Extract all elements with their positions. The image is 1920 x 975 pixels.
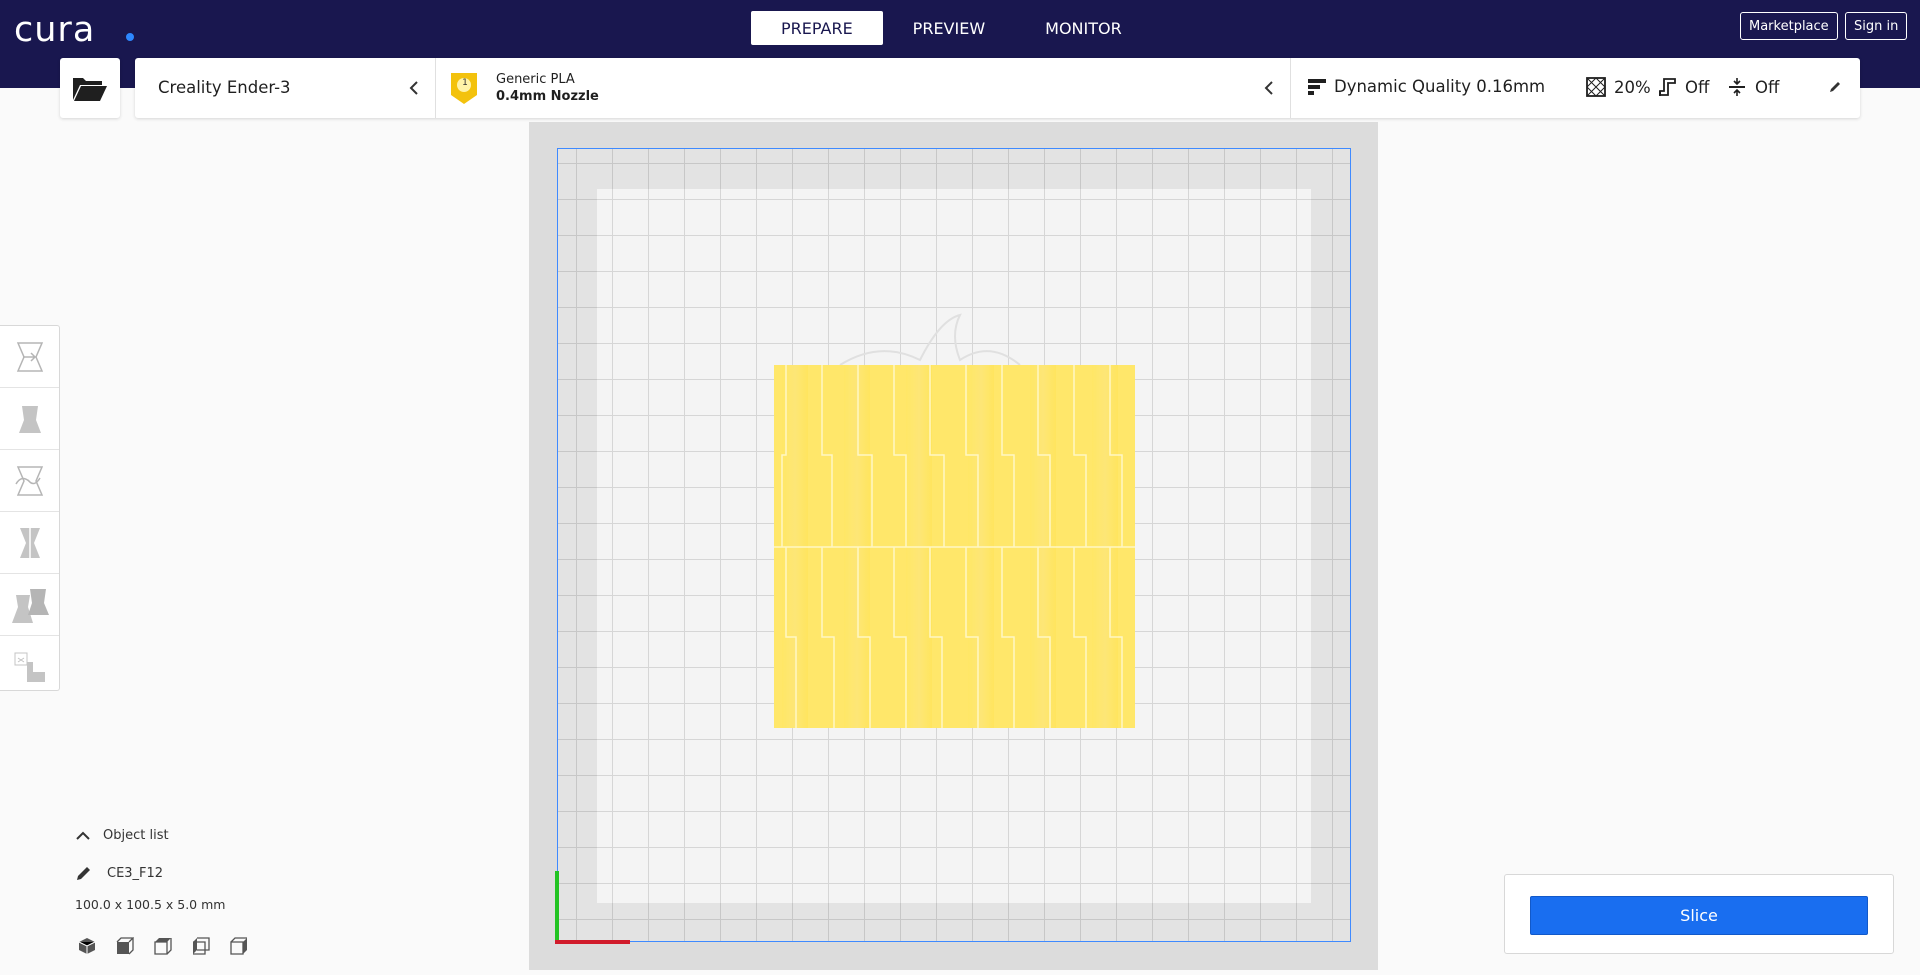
view-front-button[interactable] [116,934,154,958]
tab-prepare[interactable]: PREPARE [751,11,883,45]
pencil-icon [77,867,90,880]
object-list-label: Object list [103,828,169,843]
scale-icon [18,405,41,433]
chevron-left-icon [1264,81,1273,95]
support-icon [1659,78,1676,96]
tab-monitor[interactable]: MONITOR [1015,11,1152,45]
printer-name: Creality Ender-3 [158,78,291,97]
open-file-button[interactable] [60,58,120,118]
per-model-settings-icon [11,588,49,623]
extruder-badge-icon [451,73,477,104]
quality-bars-icon [1308,78,1326,95]
y-axis-indicator [555,871,559,943]
3d-view-icon [78,938,96,954]
x-axis-indicator [555,940,630,944]
front-view-icon [116,937,134,955]
top-view-icon [154,938,172,955]
tab-preview[interactable]: PREVIEW [883,11,1015,45]
view-right-button[interactable] [230,934,268,958]
camera-view-buttons [78,934,268,958]
per-model-settings-button[interactable] [0,574,59,636]
print-settings-selector[interactable]: Dynamic Quality 0.16mm 20% Off Off [1291,58,1860,118]
view-top-button[interactable] [154,934,192,958]
action-panel: Slice [1504,874,1894,954]
sign-in-button[interactable]: Sign in [1845,12,1908,40]
support-value: Off [1685,77,1710,97]
support-blocker-button[interactable] [0,636,59,697]
mirror-icon [19,526,40,559]
move-tool-button[interactable] [0,326,59,388]
rotate-tool-button[interactable] [0,450,59,512]
infill-icon [1586,77,1606,97]
model-ce3-f12[interactable] [774,365,1135,728]
printer-selector[interactable]: Creality Ender-3 [135,58,436,118]
adhesion-value: Off [1755,77,1780,97]
profile-item: Dynamic Quality 0.16mm [1308,77,1545,96]
infill-item: 20% [1586,77,1651,97]
right-view-icon [230,937,247,955]
material-selector[interactable]: 1 Generic PLA 0.4mm Nozzle [435,58,1291,118]
cura-logo: cura [14,10,96,50]
adhesion-item: Off [1727,77,1779,97]
mirror-tool-button[interactable] [0,512,59,574]
pencil-icon[interactable] [1828,80,1842,94]
tool-panel [0,325,60,691]
scale-tool-button[interactable] [0,388,59,450]
print-setup-bar: Creality Ender-3 1 Generic PLA 0.4mm Noz… [135,58,1860,118]
adhesion-icon [1729,78,1745,96]
view-3d-button[interactable] [78,934,116,958]
support-item: Off [1657,77,1709,97]
folder-open-icon [73,78,107,101]
object-name: CE3_F12 [107,865,164,881]
infill-value: 20% [1614,77,1651,97]
marketplace-button[interactable]: Marketplace [1740,12,1838,40]
support-blocker-icon [14,652,45,682]
extruder-number: 1 [462,78,468,88]
move-icon [16,341,43,372]
nozzle-size: 0.4mm Nozzle [496,89,599,104]
slice-button[interactable]: Slice [1530,896,1868,935]
chevron-left-icon [409,81,418,95]
rotate-icon [14,465,43,496]
object-dimensions: 100.0 x 100.5 x 5.0 mm [75,897,226,912]
material-name: Generic PLA [496,72,575,87]
object-name-row[interactable]: CE3_F12 [75,864,163,882]
chevron-up-icon [76,831,90,840]
left-view-icon [193,937,210,955]
profile-name: Dynamic Quality 0.16mm [1334,77,1546,96]
model-shadow [839,313,1021,366]
stage-tabs: PREPARE PREVIEW MONITOR [751,11,1152,45]
view-left-button[interactable] [192,934,230,958]
object-list-toggle[interactable]: Object list [75,828,169,843]
logo-dot [126,33,134,41]
